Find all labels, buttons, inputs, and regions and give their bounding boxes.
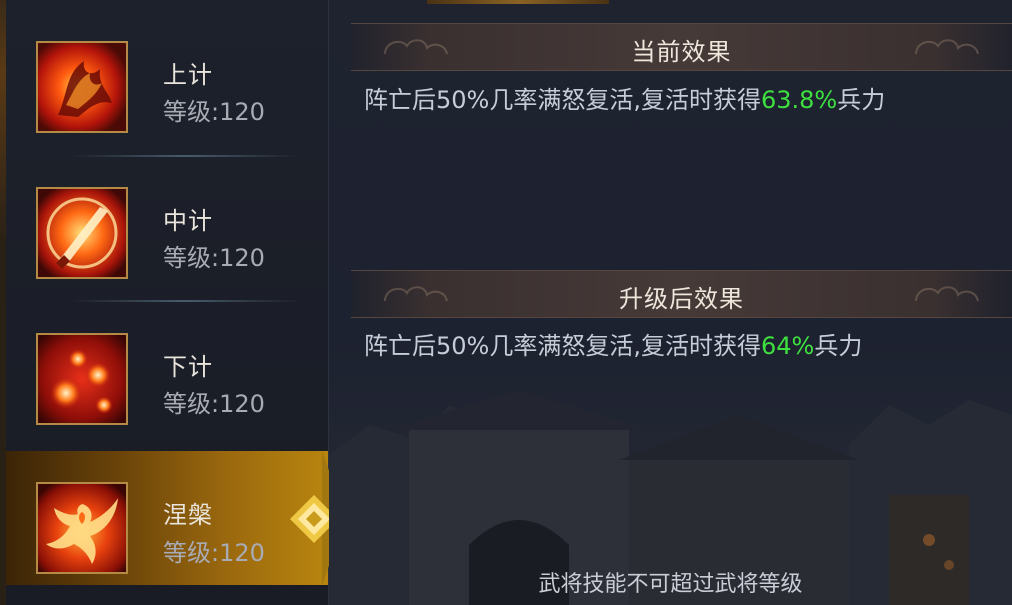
fire-sword-icon: [36, 187, 128, 279]
skill-item-shangji[interactable]: 上计 等级:120: [0, 0, 328, 146]
current-effect-banner: 当前效果: [351, 23, 1012, 71]
next-effect-banner: 升级后效果: [351, 270, 1012, 318]
effect-value: 64%: [760, 332, 815, 360]
footer-note: 武将技能不可超过武将等级: [538, 572, 803, 597]
skill-item-xiaji[interactable]: 下计 等级:120: [0, 292, 328, 438]
fire-orbs-icon: [36, 333, 128, 425]
skill-name: 上计: [163, 61, 213, 89]
effect-value: 63.8%: [760, 86, 838, 114]
fire-blade-icon: [36, 41, 128, 133]
skill-level: 等级:120: [163, 390, 265, 418]
skill-item-niepan-selected[interactable]: 涅槃 等级:120: [0, 451, 346, 585]
effect-text: 阵亡后50%几率满怒复活,复活时获得: [364, 332, 761, 360]
phoenix-icon: [36, 482, 128, 574]
skill-name: 中计: [163, 207, 213, 235]
skill-list: 上计 等级:120 中计 等级:120 下计 等级:120 涅槃 等级:120: [0, 0, 346, 605]
effect-text: 阵亡后50%几率满怒复活,复活时获得: [364, 86, 761, 114]
skill-item-zhongji[interactable]: 中计 等级:120: [0, 146, 328, 292]
effect-text-suffix: 兵力: [837, 86, 886, 114]
effect-panel: 当前效果 阵亡后50%几率满怒复活,复活时获得63.8%兵力 升级后效果 阵亡后…: [329, 0, 1012, 605]
next-effect-title: 升级后效果: [619, 285, 744, 313]
skill-name: 下计: [163, 353, 213, 381]
skill-level: 等级:120: [163, 98, 265, 126]
effect-text-suffix: 兵力: [814, 332, 863, 360]
skill-level: 等级:120: [163, 244, 265, 272]
current-effect-title: 当前效果: [631, 38, 732, 66]
skill-level: 等级:120: [163, 539, 265, 567]
top-tab-strip: [427, 0, 609, 4]
next-effect-text: 阵亡后50%几率满怒复活,复活时获得64%兵力: [364, 326, 862, 361]
skill-name: 涅槃: [163, 501, 213, 529]
current-effect-text: 阵亡后50%几率满怒复活,复活时获得63.8%兵力: [364, 80, 885, 115]
